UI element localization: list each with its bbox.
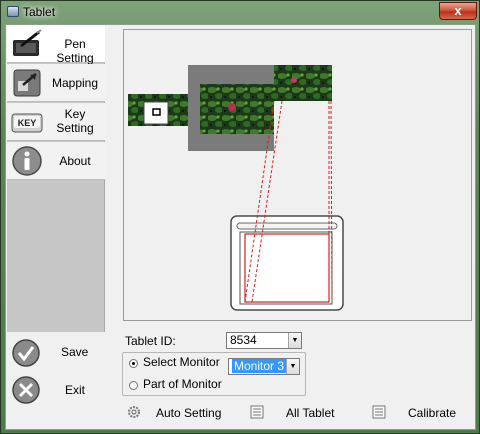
sidebar-item-key-setting[interactable]: KEY Key Setting	[7, 103, 105, 141]
window-frame: Tablet x Pen Setting Mapping KEY Key Set…	[0, 0, 480, 434]
close-button[interactable]: x	[439, 2, 477, 20]
monitor-options-group: Select Monitor Part of Monitor Monitor 3…	[122, 352, 306, 396]
checklist-icon[interactable]	[250, 405, 264, 419]
sidebar-item-pen-setting[interactable]: Pen Setting	[7, 25, 105, 65]
sidebar-item-label-line2: Setting	[56, 121, 94, 135]
chevron-down-icon[interactable]: ▼	[288, 333, 301, 348]
tablet-active-area	[239, 231, 333, 305]
part-of-monitor-label[interactable]: Part of Monitor	[143, 377, 222, 391]
gear-icon[interactable]	[127, 405, 141, 419]
mapping-diagram	[128, 65, 344, 311]
select-monitor-radio[interactable]	[129, 359, 138, 368]
app-icon	[7, 6, 19, 17]
sidebar-item-label-line1: Key	[64, 107, 86, 121]
title-bar[interactable]: Tablet x	[1, 1, 479, 23]
all-tablet-button[interactable]: All Tablet	[286, 406, 334, 420]
tablet-id-value: 8534	[230, 333, 257, 347]
window-title: Tablet	[23, 5, 56, 19]
key-icon: KEY	[11, 113, 43, 133]
auto-setting-button[interactable]: Auto Setting	[156, 406, 221, 420]
calibrate-icon[interactable]	[372, 405, 386, 419]
calibrate-button[interactable]: Calibrate	[408, 406, 456, 420]
exit-icon[interactable]	[11, 375, 41, 405]
exit-button[interactable]: Exit	[65, 383, 85, 397]
sidebar-item-label: Pen Setting	[56, 37, 94, 65]
mapping-icon	[13, 69, 41, 97]
monitor-3-thumbnail[interactable]	[274, 65, 332, 101]
sidebar-item-label: Mapping	[51, 76, 99, 90]
monitor-select[interactable]: Monitor 3 ▼	[228, 358, 300, 375]
part-of-monitor-radio[interactable]	[129, 381, 138, 390]
monitor-2-flower	[228, 103, 236, 111]
monitor-1-window	[143, 101, 169, 125]
sidebar-nav: Pen Setting Mapping KEY Key Setting Abou…	[7, 25, 105, 332]
monitor-2-thumbnail	[200, 84, 274, 134]
tablet-top-strip	[236, 222, 338, 230]
pen-tablet-icon	[13, 29, 42, 56]
sidebar-item-mapping[interactable]: Mapping	[7, 64, 105, 102]
tablet-id-label: Tablet ID:	[125, 334, 176, 348]
sidebar-item-label: About	[59, 154, 91, 168]
monitor-select-value: Monitor 3	[232, 359, 287, 373]
client-area: Pen Setting Mapping KEY Key Setting Abou…	[5, 24, 476, 430]
info-icon	[12, 146, 42, 176]
sidebar-item-about[interactable]: About	[7, 142, 105, 180]
save-icon[interactable]	[11, 338, 41, 368]
sidebar-item-label: Key Setting	[45, 107, 105, 135]
save-button[interactable]: Save	[61, 345, 88, 359]
key-chip-label: KEY	[18, 118, 37, 128]
tablet-id-select[interactable]: 8534 ▼	[226, 332, 302, 349]
select-monitor-label[interactable]: Select Monitor	[143, 355, 220, 369]
monitor-3-flower	[291, 77, 297, 83]
chevron-down-icon[interactable]: ▼	[286, 359, 299, 374]
mapping-preview	[123, 29, 472, 321]
